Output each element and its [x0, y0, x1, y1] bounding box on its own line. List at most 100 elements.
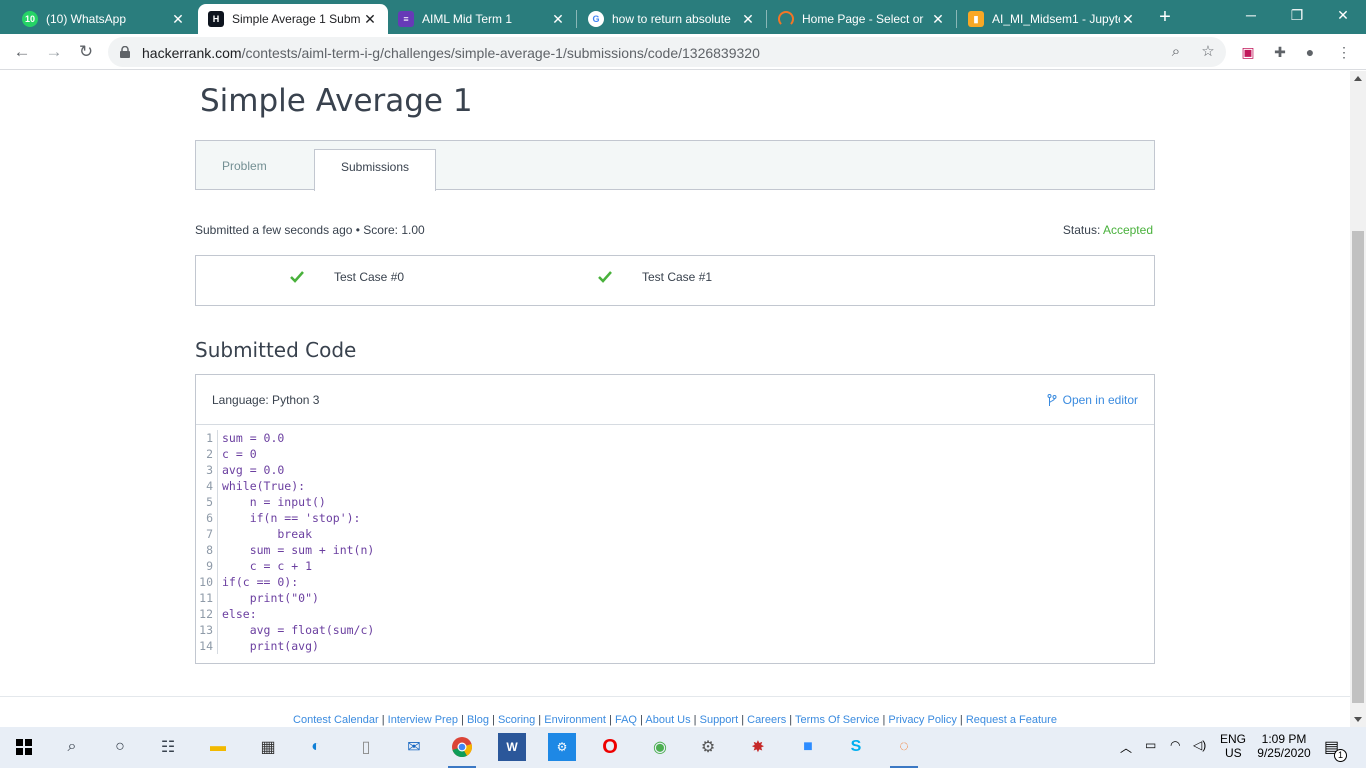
mail-icon[interactable]: ✉ [400, 733, 428, 761]
edge-icon[interactable]: ◐ [302, 733, 330, 761]
tab-submissions[interactable]: Submissions [314, 149, 437, 191]
code-line: 8 sum = sum + int(n) [196, 542, 1154, 558]
task-view-icon[interactable]: ☷ [154, 733, 182, 761]
tab-title: AI_MI_Midsem1 - Jupyte [992, 12, 1120, 26]
code-text: break [222, 527, 313, 541]
scroll-up-icon[interactable] [1354, 76, 1362, 81]
browser-tab-home[interactable]: Home Page - Select or ✕ [768, 4, 956, 34]
back-icon[interactable]: ← [8, 38, 36, 66]
url-path: /contests/aiml-term-i-g/challenges/simpl… [241, 45, 760, 61]
code-viewer[interactable]: 1 sum = 0.0 2 c = 0 3 avg = 0.0 4 while(True): 5… [196, 430, 1154, 654]
code-text: if(n == 'stop'): [222, 511, 361, 525]
close-tab-icon[interactable]: ✕ [550, 11, 566, 28]
zoom-app-icon[interactable]: ■ [794, 733, 822, 761]
language-label: Language: Python 3 [212, 393, 320, 407]
footer-link[interactable]: Terms Of Service [795, 714, 879, 726]
word-icon[interactable]: W [498, 733, 526, 761]
zoom-icon[interactable]: ⌕ [1166, 42, 1186, 62]
jupyter-taskbar-icon[interactable]: ◌ [890, 733, 918, 761]
tab-problem[interactable]: Problem [196, 149, 293, 191]
code-text: avg = float(sum/c) [222, 623, 375, 637]
footer-link[interactable]: Privacy Policy [888, 714, 956, 726]
wifi-icon[interactable]: ◠ [1170, 738, 1180, 752]
footer-links: Contest Calendar | Interview Prep | Blog… [0, 714, 1350, 726]
ruby-icon[interactable]: ✸ [744, 733, 772, 761]
browser-toolbar: ← → ↻ hackerrank.com/contests/aiml-term-… [0, 34, 1366, 70]
close-tab-icon[interactable]: ✕ [170, 11, 186, 28]
restore-button[interactable]: ❐ [1274, 0, 1320, 32]
settings-app-icon[interactable]: ⚙ [548, 733, 576, 761]
browser-tab-whatsapp[interactable]: 10 (10) WhatsApp ✕ [12, 4, 196, 34]
code-text: else: [222, 607, 257, 621]
minimize-button[interactable]: ─ [1228, 0, 1274, 32]
check-icon [290, 271, 304, 283]
code-line: 3 avg = 0.0 [196, 462, 1154, 478]
browser-tab-jupyter[interactable]: ▮ AI_MI_Midsem1 - Jupyte ✕ [958, 4, 1146, 34]
clock[interactable]: 1:09 PM 9/25/2020 [1256, 732, 1312, 760]
close-tab-icon[interactable]: ✕ [930, 11, 946, 28]
windows-start-icon[interactable] [10, 733, 38, 761]
lock-icon [120, 46, 130, 58]
language-indicator[interactable]: ENG US [1220, 732, 1246, 760]
footer-link[interactable]: Contest Calendar [293, 714, 379, 726]
opera-icon[interactable]: O [596, 733, 624, 761]
show-hidden-icons[interactable]: ︿ [1120, 739, 1132, 756]
chrome-icon[interactable] [448, 733, 476, 761]
gear-icon[interactable]: ⚙ [694, 733, 722, 761]
footer-link[interactable]: Blog [467, 714, 489, 726]
close-tab-icon[interactable]: ✕ [740, 11, 756, 28]
line-number: 14 [196, 638, 218, 654]
code-line: 13 avg = float(sum/c) [196, 622, 1154, 638]
code-line: 2 c = 0 [196, 446, 1154, 462]
anaconda-icon[interactable]: ◉ [646, 733, 674, 761]
footer-link[interactable]: Careers [747, 714, 786, 726]
extension-icon[interactable]: ▣ [1238, 42, 1258, 62]
reload-icon[interactable]: ↻ [72, 38, 100, 66]
footer-link[interactable]: Interview Prep [388, 714, 458, 726]
code-text: while(True): [222, 479, 306, 493]
footer-link[interactable]: Support [700, 714, 739, 726]
google-icon: G [588, 11, 604, 27]
close-tab-icon[interactable]: ✕ [362, 11, 378, 28]
scroll-thumb[interactable] [1352, 231, 1364, 703]
puzzle-icon[interactable]: ✚ [1270, 42, 1290, 62]
test-case-1[interactable]: Test Case #1 [598, 270, 712, 284]
notepad-icon[interactable]: ▯ [352, 733, 380, 761]
browser-tab-google[interactable]: G how to return absolute ✕ [578, 4, 766, 34]
code-panel: Language: Python 3 Open in editor 1 sum =… [195, 374, 1155, 664]
forward-icon[interactable]: → [40, 38, 68, 66]
open-in-editor-link[interactable]: Open in editor [1047, 393, 1138, 407]
new-tab-button[interactable]: + [1152, 6, 1178, 30]
close-window-button[interactable]: ✕ [1320, 0, 1366, 32]
address-bar[interactable]: hackerrank.com/contests/aiml-term-i-g/ch… [108, 37, 1226, 67]
file-explorer-icon[interactable]: ▬ [204, 733, 232, 761]
code-text: print("0") [222, 591, 319, 605]
browser-tab-forms[interactable]: ≡ AIML Mid Term 1 ✕ [388, 4, 576, 34]
input-language: ENG [1220, 732, 1247, 746]
profile-avatar[interactable]: ● [1300, 42, 1320, 62]
code-text: c = 0 [222, 447, 257, 461]
test-case-0[interactable]: Test Case #0 [290, 270, 404, 284]
menu-kebab-icon[interactable]: ⋮ [1334, 42, 1354, 62]
skype-icon[interactable]: S [842, 733, 870, 761]
volume-icon[interactable]: ◁) [1193, 738, 1206, 752]
code-line: 10 if(c == 0): [196, 574, 1154, 590]
close-tab-icon[interactable]: ✕ [1120, 11, 1136, 28]
footer-link[interactable]: Environment [544, 714, 606, 726]
store-icon[interactable]: ▦ [254, 733, 282, 761]
notebook-icon: ▮ [968, 11, 984, 27]
windows-taskbar: ⌕ ○ ☷ ▬ ▦ ◐ ▯ ✉ W ⚙ O ◉ ⚙ ✸ ■ S ◌ ︿ ▭ ◠ … [0, 727, 1366, 768]
scroll-down-icon[interactable] [1354, 717, 1362, 722]
page-scrollbar[interactable] [1350, 71, 1366, 727]
bookmark-star-icon[interactable]: ☆ [1198, 42, 1218, 62]
browser-tab-hackerrank[interactable]: H Simple Average 1 Subm ✕ [198, 4, 388, 34]
footer-link[interactable]: FAQ [615, 714, 637, 726]
footer-link[interactable]: About Us [645, 714, 690, 726]
battery-icon[interactable]: ▭ [1145, 738, 1156, 752]
footer-link[interactable]: Scoring [498, 714, 535, 726]
page-title: Simple Average 1 [200, 83, 473, 119]
footer-link[interactable]: Request a Feature [966, 714, 1057, 726]
search-icon[interactable]: ⌕ [58, 733, 86, 761]
cortana-icon[interactable]: ○ [106, 733, 134, 761]
footer-separator: | [956, 714, 966, 726]
